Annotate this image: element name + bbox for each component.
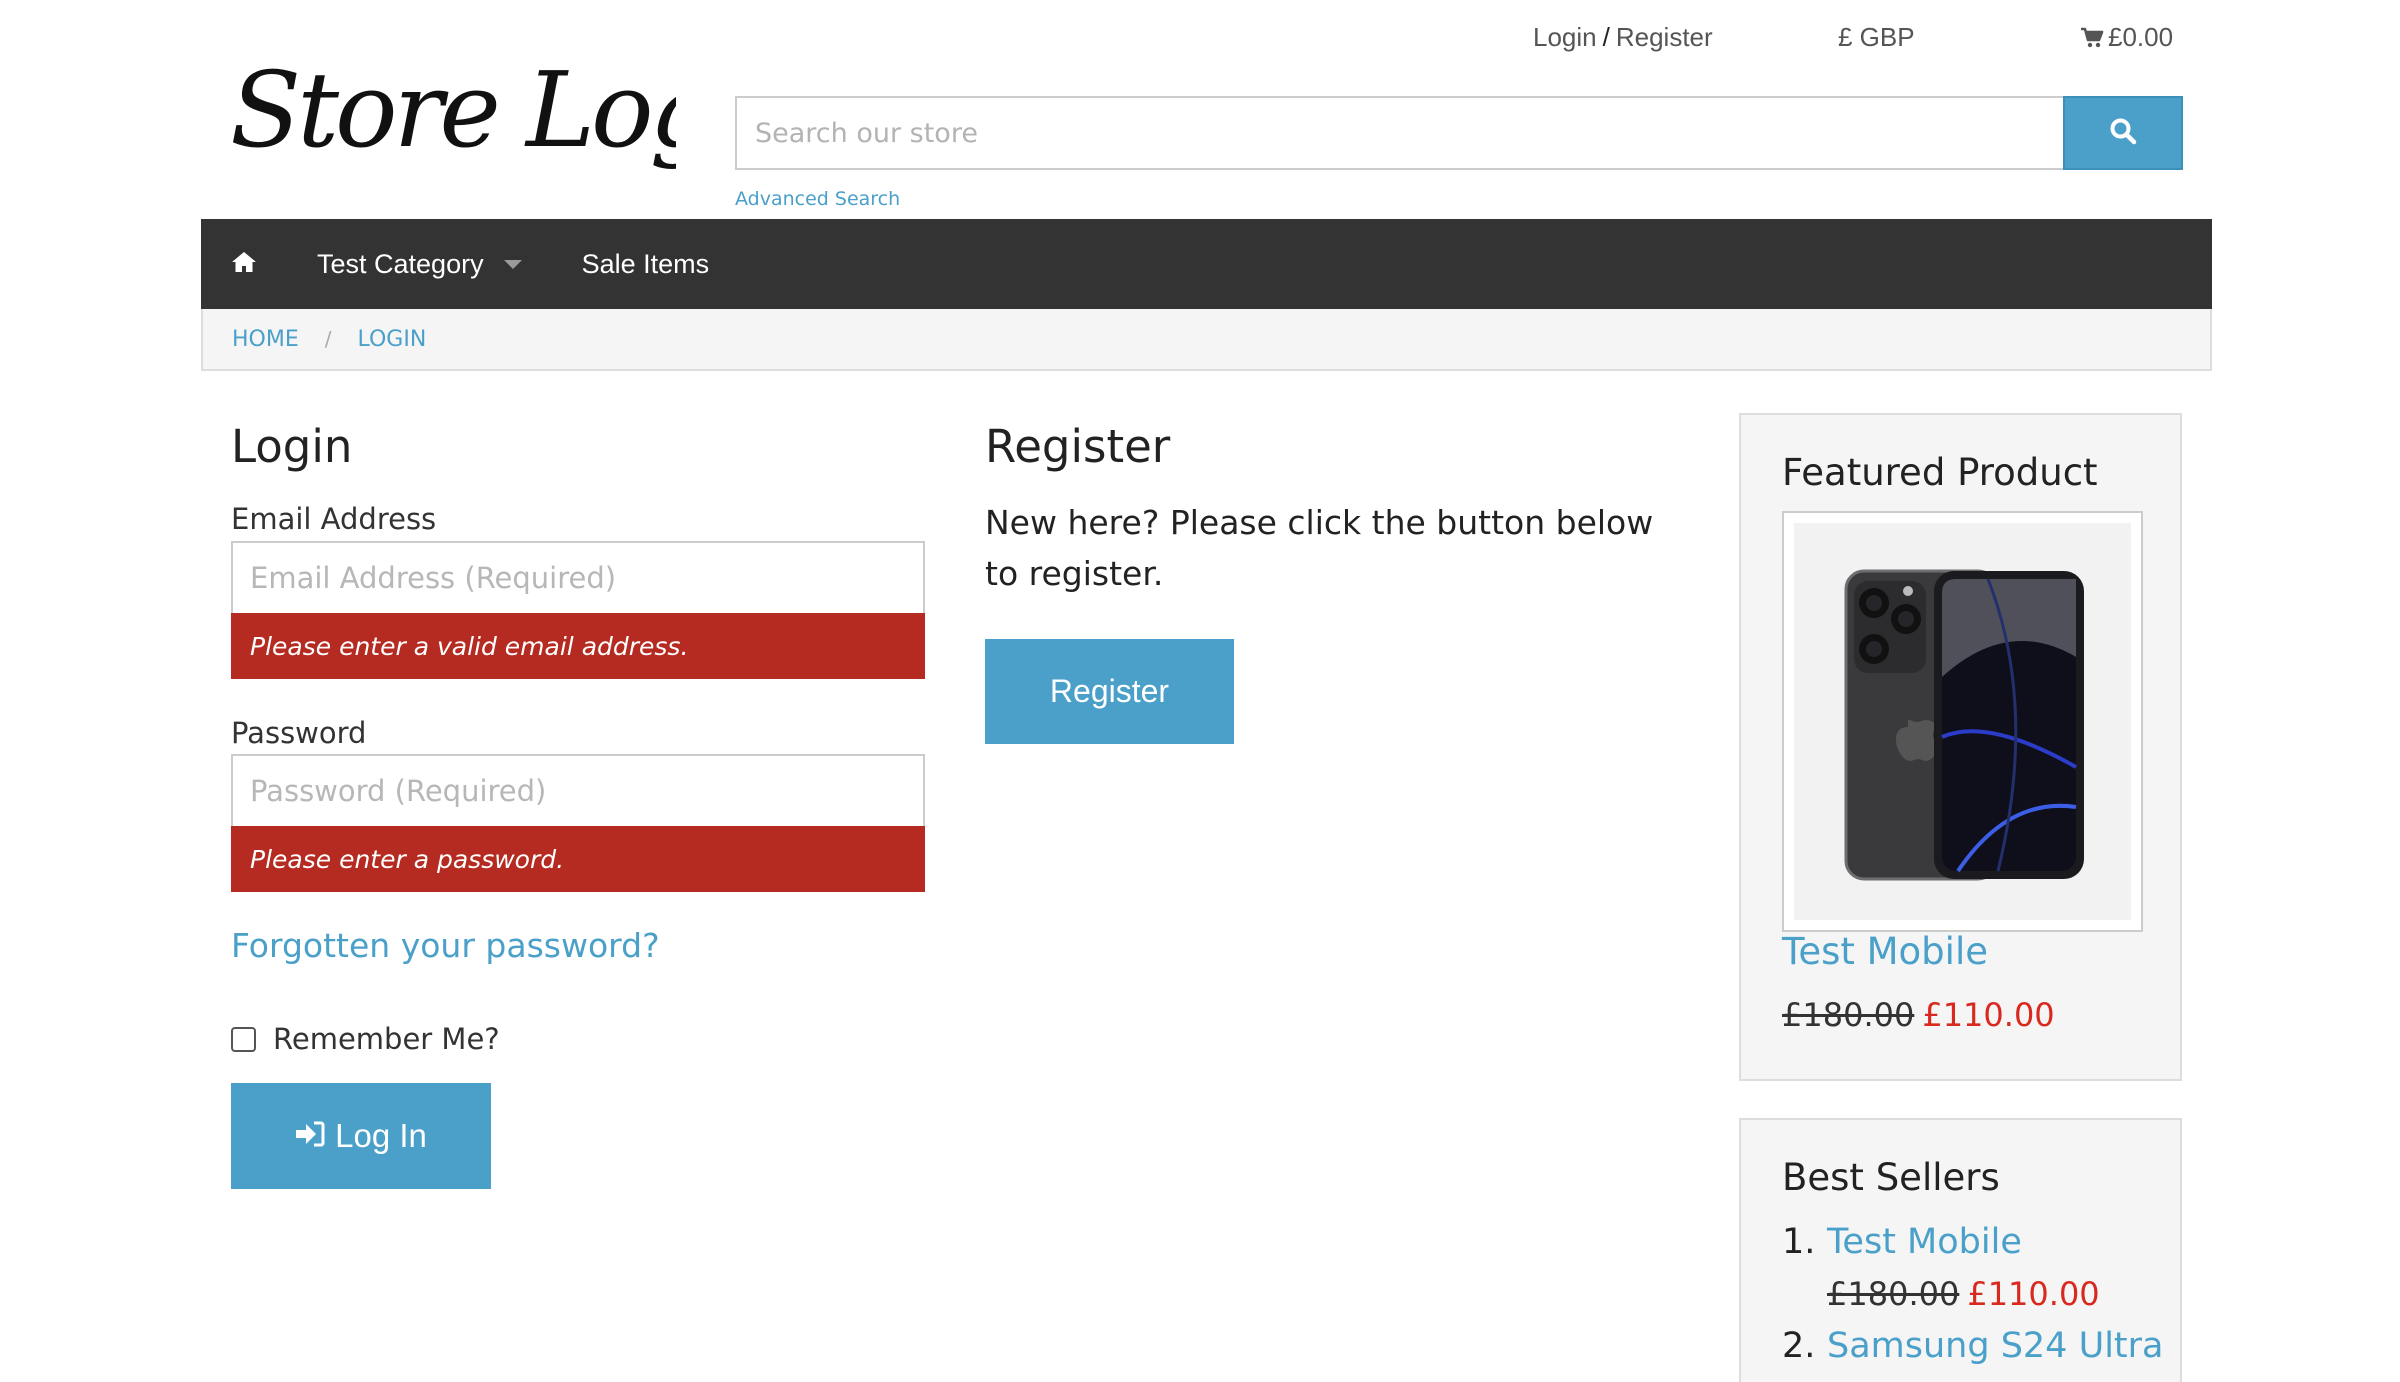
currency-selector[interactable]: £ GBP [1838, 22, 1915, 62]
main-navigation: Test Category Sale Items [201, 219, 2212, 309]
product-image[interactable] [1782, 511, 2143, 932]
register-description: New here? Please click the button below … [985, 503, 1654, 593]
phone-image [1794, 523, 2131, 920]
register-link[interactable]: Register [1616, 22, 1713, 52]
account-links-separator: / [1602, 22, 1610, 52]
best-sellers-panel: Best Sellers 1. Test Mobile £180.00 £110.… [1739, 1118, 2182, 1382]
advanced-search-link[interactable]: Advanced Search [735, 188, 900, 210]
old-price: £180.00 [1782, 996, 1915, 1034]
password-label: Password [231, 716, 367, 750]
featured-product-name[interactable]: Test Mobile [1782, 930, 1988, 973]
old-price: £180.00 [1827, 1275, 1960, 1313]
search-bar [735, 96, 2183, 170]
nav-item-label: Test Category [317, 248, 484, 279]
list-item: 1. Test Mobile [1782, 1216, 2163, 1268]
remember-me-checkbox[interactable] [231, 1026, 256, 1052]
best-seller-price: £180.00 £110.00 [1782, 1268, 2163, 1320]
list-item: 2. Samsung S24 Ultra [1782, 1320, 2163, 1372]
chevron-down-icon [503, 259, 522, 269]
best-seller-link[interactable]: Samsung S24 Ultra [1827, 1320, 2163, 1372]
nav-home[interactable] [201, 219, 287, 309]
account-links: Login / Register [1533, 22, 1713, 62]
cart-icon [2080, 22, 2108, 52]
login-button-label: Log In [335, 1117, 427, 1154]
email-error-message: Please enter a valid email address. [231, 613, 925, 679]
breadcrumb-home[interactable]: HOME [232, 327, 299, 352]
login-link[interactable]: Login [1533, 22, 1597, 52]
nav-item-label: Sale Items [581, 248, 710, 279]
featured-product-title: Featured Product [1782, 451, 2098, 494]
search-button[interactable] [2063, 96, 2183, 170]
store-logo[interactable]: Store Logo [226, 28, 775, 198]
password-field[interactable] [231, 754, 925, 828]
featured-product-price: £180.00 £110.00 [1782, 996, 2055, 1034]
featured-product-panel: Featured Product Test Mobile £180.00 £11… [1739, 413, 2182, 1081]
logo-text: Store Logo [230, 49, 676, 171]
breadcrumb-separator: / [324, 327, 332, 351]
search-icon [2109, 117, 2137, 149]
search-input[interactable] [735, 96, 2063, 170]
cart-link[interactable]: £0.00 [2080, 22, 2173, 62]
sign-in-icon [295, 1117, 335, 1155]
best-seller-link[interactable]: Test Mobile [1827, 1216, 2022, 1268]
breadcrumb: HOME / LOGIN [201, 309, 2212, 371]
sale-price: £110.00 [1922, 996, 2055, 1034]
home-icon [231, 251, 257, 277]
cart-total: £0.00 [2108, 22, 2174, 52]
email-field[interactable] [231, 541, 925, 615]
register-heading: Register [985, 420, 1171, 473]
list-item-number: 1. [1782, 1222, 1816, 1262]
login-heading: Login [231, 420, 353, 473]
email-label: Email Address [231, 502, 437, 536]
nav-item-sale-items[interactable]: Sale Items [552, 219, 740, 309]
list-item-number: 2. [1782, 1326, 1816, 1366]
login-button[interactable]: Log In [231, 1083, 491, 1189]
sale-price: £110.00 [1967, 1275, 2100, 1313]
best-sellers-list: 1. Test Mobile £180.00 £110.00 2. Samsung… [1782, 1216, 2163, 1372]
forgot-password-link[interactable]: Forgotten your password? [231, 926, 660, 965]
remember-me[interactable]: Remember Me? [231, 1022, 500, 1056]
register-button[interactable]: Register [985, 639, 1234, 744]
best-sellers-title: Best Sellers [1782, 1156, 2000, 1199]
password-error-message: Please enter a password. [231, 826, 925, 892]
breadcrumb-login[interactable]: LOGIN [358, 327, 427, 352]
nav-item-test-category[interactable]: Test Category [287, 219, 552, 309]
remember-me-label: Remember Me? [273, 1022, 500, 1056]
